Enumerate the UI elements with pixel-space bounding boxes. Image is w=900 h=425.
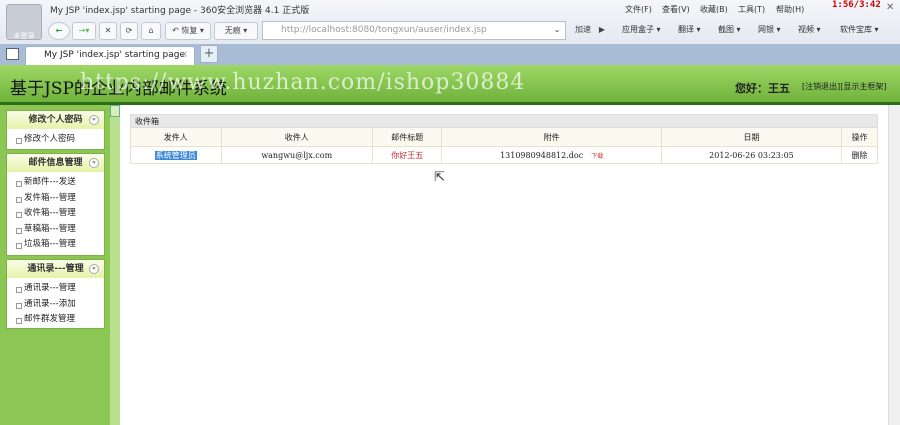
col-date: 日期	[660, 127, 843, 147]
sidebar-item-outbox[interactable]: 发件箱---管理	[7, 191, 104, 207]
refresh-button[interactable]: ⟳	[120, 22, 138, 40]
stop-button[interactable]: ✕	[99, 22, 117, 40]
collapse-icon[interactable]: «	[89, 158, 99, 168]
menu-favorites[interactable]: 收藏(B)	[700, 4, 728, 15]
panel-title: 通讯录---管理	[27, 264, 84, 274]
inbox-table: 收件箱 发件人 收件人 邮件标题 附件 日期 操作 系统管理员 wangwu@l…	[130, 114, 878, 164]
panel-contacts: 通讯录---管理 « 通讯录---管理 通讯录---添加 邮件群发管理	[6, 259, 105, 329]
new-tab-button[interactable]: +	[200, 45, 218, 63]
panel-header[interactable]: 修改个人密码 «	[7, 111, 104, 129]
show-frame-link[interactable]: [显示主框架]	[840, 82, 886, 91]
delete-link[interactable]: 删除	[852, 151, 868, 160]
splitter[interactable]	[110, 105, 120, 425]
greeting: 您好：王五	[735, 82, 790, 95]
traceless-button[interactable]: 无痕 ▾	[214, 22, 258, 40]
panel-mail: 邮件信息管理 « 新邮件---发送 发件箱---管理 收件箱---管理 草稿箱--…	[6, 153, 105, 256]
sidebar-item-contacts-manage[interactable]: 通讯录---管理	[7, 281, 104, 297]
menu-help[interactable]: 帮助(H)	[776, 4, 804, 15]
date: 2012-06-26 03:23:05	[660, 146, 843, 164]
vertical-scrollbar[interactable]	[888, 105, 900, 425]
address-dropdown-icon[interactable]: ⌄	[548, 22, 566, 40]
play-icon[interactable]: ▶	[596, 22, 608, 40]
close-window-icon[interactable]: ✕	[886, 2, 894, 13]
menu-tools[interactable]: 工具(T)	[738, 4, 765, 15]
col-recipient: 收件人	[220, 127, 373, 147]
col-attachment: 附件	[441, 127, 662, 147]
mouse-cursor-icon: ⇱	[434, 170, 445, 185]
window-title: My JSP 'index.jsp' starting page - 360安全…	[50, 6, 310, 16]
toolbar-screenshot[interactable]: 截图 ▾	[718, 24, 741, 35]
panel-title: 修改个人密码	[28, 115, 83, 125]
recording-clock: 1:56/3:42	[832, 0, 881, 10]
sidebar-item-mass-mail[interactable]: 邮件群发管理	[7, 312, 104, 328]
tab-index[interactable]: My JSP 'index.jsp' starting page ×	[25, 46, 195, 65]
subject-link[interactable]: 你好王五	[391, 151, 423, 160]
address-text: http://localhost:8080/tongxun/auser/inde…	[281, 25, 487, 35]
toolbar-translate[interactable]: 翻译 ▾	[678, 24, 701, 35]
sender: 系统管理员	[154, 150, 197, 160]
panel-password: 修改个人密码 « 修改个人密码	[6, 110, 105, 150]
address-bar[interactable]: http://localhost:8080/tongxun/auser/inde…	[262, 21, 566, 40]
table-row: 系统管理员 wangwu@ljx.com 你好王五 1310980948812.…	[130, 146, 878, 164]
sidebar-toggle-icon[interactable]	[6, 48, 19, 60]
sidebar-item-inbox[interactable]: 收件箱---管理	[7, 206, 104, 222]
sidebar-item-change-password[interactable]: 修改个人密码	[7, 132, 104, 148]
panel-header[interactable]: 通讯录---管理 «	[7, 260, 104, 278]
toolbar-video[interactable]: 视频 ▾	[798, 24, 821, 35]
sidebar-item-trash[interactable]: 垃圾箱---管理	[7, 237, 104, 253]
tab-title: My JSP 'index.jsp' starting page	[44, 50, 186, 60]
logout-link[interactable]: [注销退出]	[802, 82, 840, 91]
collapse-icon[interactable]: «	[89, 115, 99, 125]
collapse-icon[interactable]: «	[89, 264, 99, 274]
sidebar-item-contacts-add[interactable]: 通讯录---添加	[7, 297, 104, 313]
restore-button[interactable]: ↶ 恢复 ▾	[165, 22, 211, 40]
user-avatar[interactable]: 未登录	[6, 4, 42, 40]
accelerate-button[interactable]: 加速	[570, 22, 596, 40]
toolbar-ebank[interactable]: 网银 ▾	[758, 24, 781, 35]
panel-header[interactable]: 邮件信息管理 «	[7, 154, 104, 172]
sidebar-item-new-mail[interactable]: 新邮件---发送	[7, 175, 104, 191]
toolbar-software[interactable]: 软件宝库 ▾	[840, 24, 879, 35]
col-action: 操作	[841, 127, 878, 147]
attachment-name: 1310980948812.doc	[500, 150, 584, 160]
menu-view[interactable]: 查看(V)	[662, 4, 690, 15]
back-button[interactable]: ←	[48, 22, 70, 40]
panel-title: 邮件信息管理	[28, 158, 83, 168]
toolbar-app-box[interactable]: 应用盒子 ▾	[622, 24, 661, 35]
col-subject: 邮件标题	[371, 127, 443, 147]
download-link[interactable]: 下载	[591, 153, 603, 160]
forward-button[interactable]: →▾	[72, 22, 96, 40]
close-tab-icon[interactable]: ×	[180, 50, 188, 60]
menu-file[interactable]: 文件(F)	[625, 4, 652, 15]
table-caption: 收件箱	[130, 114, 878, 128]
watermark: https://www.huzhan.com/ishop30884	[80, 70, 526, 95]
recipient: wangwu@ljx.com	[220, 146, 373, 164]
splitter-handle[interactable]	[110, 105, 120, 117]
col-sender: 发件人	[130, 127, 222, 147]
home-button[interactable]: ⌂	[141, 22, 161, 40]
sidebar-item-drafts[interactable]: 草稿箱---管理	[7, 222, 104, 238]
